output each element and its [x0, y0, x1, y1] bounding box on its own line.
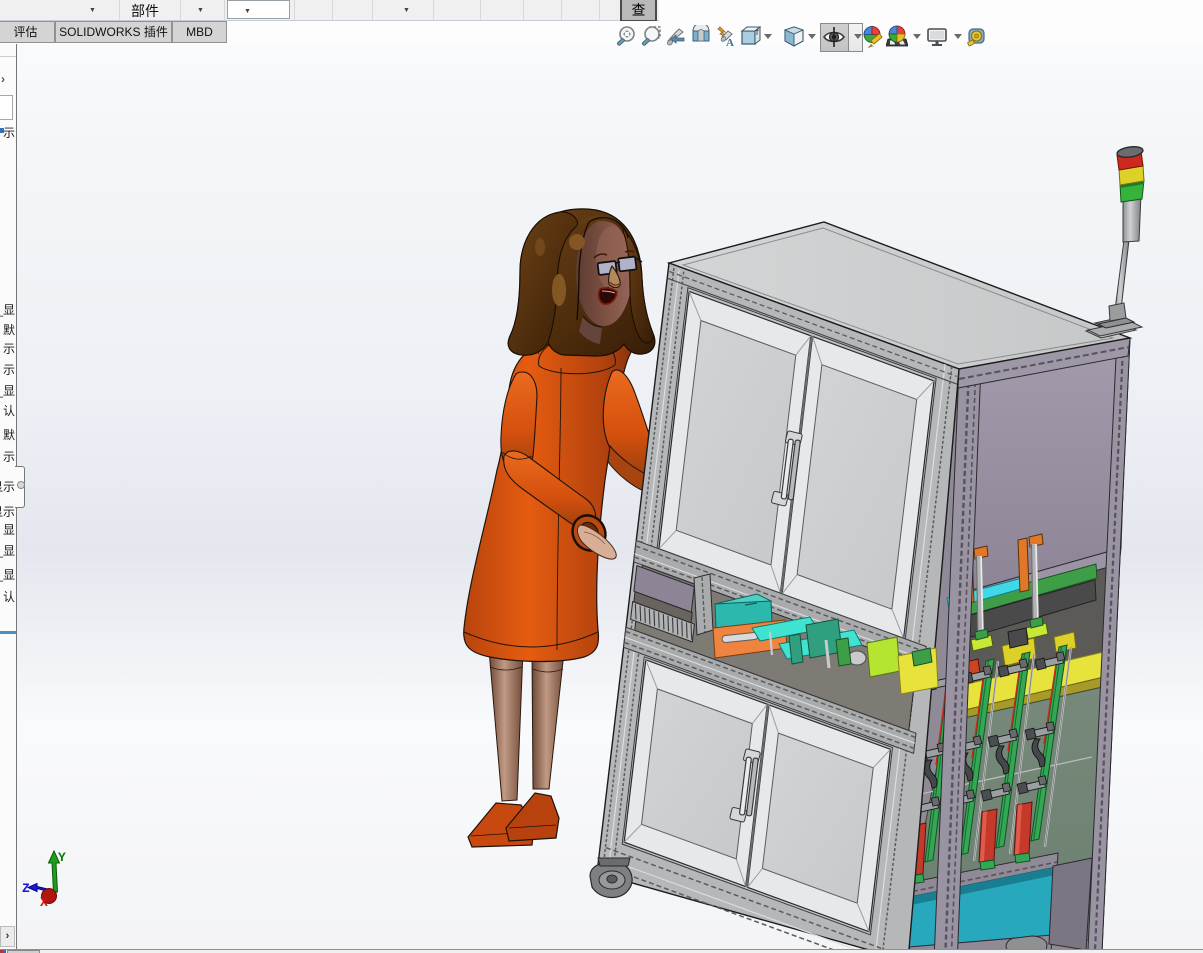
svg-text:Z: Z — [22, 881, 30, 896]
svg-text:X: X — [40, 895, 48, 910]
svg-text:Y: Y — [58, 850, 66, 865]
svg-text:A: A — [726, 37, 734, 49]
